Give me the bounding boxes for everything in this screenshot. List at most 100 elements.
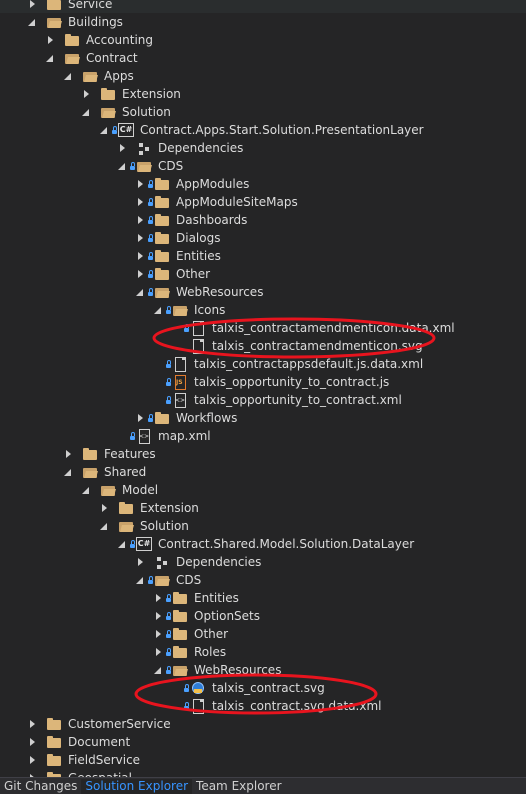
tree-item[interactable]: Dialogs	[0, 229, 526, 247]
tree-item[interactable]: Dependencies	[0, 139, 526, 157]
tree-item-label: Contract.Shared.Model.Solution.DataLayer	[158, 537, 415, 551]
chevron-right-icon[interactable]	[135, 409, 145, 427]
folder-icon	[100, 86, 116, 102]
chevron-right-icon[interactable]	[153, 643, 163, 661]
tree-item[interactable]: Workflows	[0, 409, 526, 427]
tree-item[interactable]: CustomerService	[0, 715, 526, 733]
tree-item[interactable]: talxis_contract.svg.data.xml	[0, 697, 526, 715]
tree-item[interactable]: Shared	[0, 463, 526, 481]
tree-item[interactable]: Apps	[0, 67, 526, 85]
tree-item[interactable]: Other	[0, 265, 526, 283]
tab-git-changes[interactable]: Git Changes	[0, 779, 81, 794]
tree-item[interactable]: AppModuleSiteMaps	[0, 193, 526, 211]
tree-item[interactable]: Extension	[0, 499, 526, 517]
tree-item[interactable]: CDS	[0, 571, 526, 589]
chevron-right-icon[interactable]	[81, 85, 91, 103]
folder-icon	[172, 644, 188, 660]
tree-item[interactable]: Entities	[0, 589, 526, 607]
chevron-down-icon[interactable]	[117, 535, 127, 553]
chevron-down-icon[interactable]	[153, 661, 163, 679]
chevron-right-icon[interactable]	[135, 265, 145, 283]
chevron-down-icon[interactable]	[135, 283, 145, 301]
folder-icon	[172, 626, 188, 642]
tree-item[interactable]: Roles	[0, 643, 526, 661]
chevron-down-icon[interactable]	[99, 517, 109, 535]
chevron-right-icon[interactable]	[27, 733, 37, 751]
tree-item[interactable]: WebResources	[0, 661, 526, 679]
tree-item[interactable]: Extension	[0, 85, 526, 103]
tree-item-label: Dependencies	[176, 555, 262, 569]
tab-solution-explorer[interactable]: Solution Explorer	[81, 779, 193, 794]
tree-item[interactable]: CDS	[0, 157, 526, 175]
tree-item[interactable]: Icons	[0, 301, 526, 319]
tree-item-label: Extension	[140, 501, 199, 515]
tree-item[interactable]: map.xml	[0, 427, 526, 445]
tree-item[interactable]: talxis_opportunity_to_contract.js	[0, 373, 526, 391]
chevron-right-icon[interactable]	[153, 625, 163, 643]
tree-item[interactable]: talxis_opportunity_to_contract.xml	[0, 391, 526, 409]
chevron-right-icon[interactable]	[27, 715, 37, 733]
tree-item-label: talxis_opportunity_to_contract.js	[194, 375, 390, 389]
chevron-down-icon[interactable]	[63, 463, 73, 481]
lock-icon	[165, 625, 172, 643]
chevron-right-icon[interactable]	[45, 31, 55, 49]
tree-item[interactable]: Dependencies	[0, 553, 526, 571]
tree-item[interactable]: Document	[0, 733, 526, 751]
chevron-down-icon[interactable]	[27, 13, 37, 31]
xml-file-icon	[136, 428, 152, 444]
chevron-down-icon[interactable]	[63, 67, 73, 85]
chevron-right-icon[interactable]	[63, 445, 73, 463]
file-icon	[190, 320, 206, 336]
chevron-right-icon[interactable]	[135, 553, 145, 571]
chevron-right-icon[interactable]	[117, 139, 127, 157]
tree-item[interactable]: WebResources	[0, 283, 526, 301]
tree-item[interactable]: talxis_contract.svg	[0, 679, 526, 697]
tree-item[interactable]: Buildings	[0, 13, 526, 31]
tree-item[interactable]: Model	[0, 481, 526, 499]
tree-item[interactable]: Contract.Apps.Start.Solution.Presentatio…	[0, 121, 526, 139]
chevron-down-icon[interactable]	[153, 301, 163, 319]
chevron-right-icon[interactable]	[153, 589, 163, 607]
tree-item[interactable]: talxis_contractamendmenticon.svg	[0, 337, 526, 355]
chevron-right-icon[interactable]	[27, 0, 37, 13]
chevron-right-icon[interactable]	[153, 607, 163, 625]
tab-team-explorer[interactable]: Team Explorer	[192, 779, 286, 794]
chevron-down-icon[interactable]	[81, 103, 91, 121]
tree-item[interactable]: Solution	[0, 517, 526, 535]
tree-item[interactable]: Geospatial	[0, 769, 526, 777]
chevron-down-icon[interactable]	[135, 571, 145, 589]
tree-item[interactable]: Features	[0, 445, 526, 463]
tree-item-label: CDS	[158, 159, 184, 173]
chevron-right-icon[interactable]	[27, 769, 37, 777]
tree-item[interactable]: AppModules	[0, 175, 526, 193]
tree-item[interactable]: Accounting	[0, 31, 526, 49]
tree-item-label: talxis_contractamendmenticon.data.xml	[212, 321, 455, 335]
tree-item[interactable]: Other	[0, 625, 526, 643]
tree-item[interactable]: Entities	[0, 247, 526, 265]
chevron-right-icon[interactable]	[135, 175, 145, 193]
folder-icon	[46, 770, 62, 777]
tree-item[interactable]: Solution	[0, 103, 526, 121]
tree-item[interactable]: Service	[0, 0, 526, 13]
folder-icon	[172, 608, 188, 624]
tree-item[interactable]: Dashboards	[0, 211, 526, 229]
chevron-down-icon[interactable]	[45, 49, 55, 67]
file-icon	[190, 698, 206, 714]
folder-open-icon	[172, 302, 188, 318]
tree-item[interactable]: Contract	[0, 49, 526, 67]
chevron-down-icon[interactable]	[99, 121, 109, 139]
chevron-right-icon[interactable]	[135, 193, 145, 211]
tree-item[interactable]: Contract.Shared.Model.Solution.DataLayer	[0, 535, 526, 553]
chevron-right-icon[interactable]	[135, 229, 145, 247]
tree-item[interactable]: FieldService	[0, 751, 526, 769]
chevron-down-icon[interactable]	[117, 157, 127, 175]
tree-item[interactable]: talxis_contractappsdefault.js.data.xml	[0, 355, 526, 373]
chevron-right-icon[interactable]	[99, 499, 109, 517]
tree-item[interactable]: talxis_contractamendmenticon.data.xml	[0, 319, 526, 337]
chevron-right-icon[interactable]	[27, 751, 37, 769]
tree-item[interactable]: OptionSets	[0, 607, 526, 625]
chevron-right-icon[interactable]	[135, 211, 145, 229]
chevron-down-icon[interactable]	[81, 481, 91, 499]
chevron-right-icon[interactable]	[135, 247, 145, 265]
